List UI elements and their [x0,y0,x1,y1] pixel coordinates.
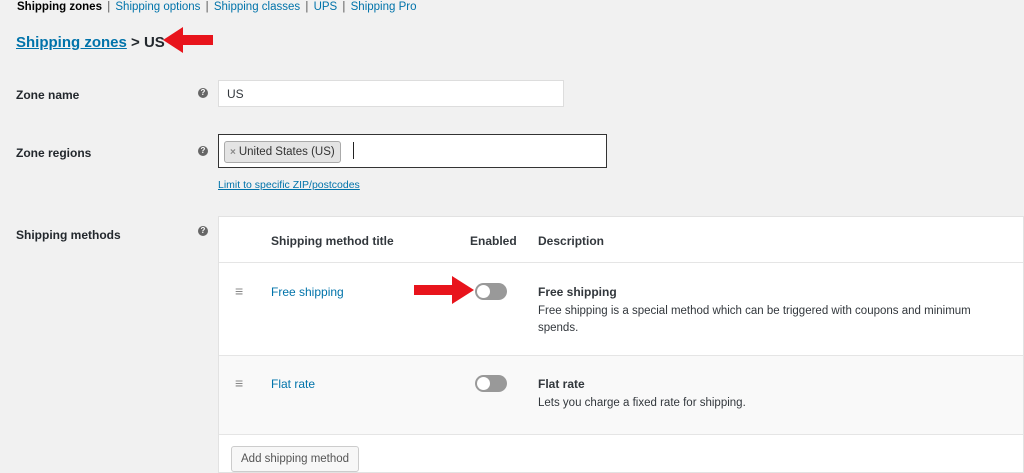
method-title-link[interactable]: Flat rate [271,377,315,391]
help-icon[interactable]: ? [198,146,208,156]
annotation-arrow-icon [414,276,474,304]
subnav-shipping-pro[interactable]: Shipping Pro [351,1,417,13]
enabled-toggle[interactable] [475,375,507,392]
zone-name-input[interactable] [218,80,564,107]
chip-remove-icon[interactable]: × [230,147,236,158]
subnav-shipping-classes[interactable]: Shipping classes [214,1,300,13]
subnav-separator: | [107,1,111,13]
shipping-subnav: Shipping zones | Shipping options | Ship… [17,1,416,13]
table-row: ≡ Flat rate Flat rate Lets you charge a … [219,356,1023,434]
breadcrumb-separator: > [131,34,140,51]
zone-regions-select[interactable]: × United States (US) [218,134,607,168]
help-icon[interactable]: ? [198,226,208,236]
method-description-text: Free shipping is a special method which … [538,305,971,334]
shipping-methods-table: Shipping method title Enabled Descriptio… [218,216,1024,473]
subnav-separator: | [205,1,209,13]
subnav-shipping-zones[interactable]: Shipping zones [17,1,102,13]
table-row: ≡ Free shipping Free shipping Free shipp… [219,263,1023,355]
row-divider [219,434,1023,435]
drag-handle-icon[interactable]: ≡ [235,283,243,299]
method-description-title: Flat rate [538,377,585,391]
help-icon[interactable]: ? [198,88,208,98]
zone-regions-label: Zone regions [16,146,92,160]
toggle-knob [477,285,490,298]
toggle-knob [477,377,490,390]
zone-name-label: Zone name [16,88,80,102]
subnav-separator: | [342,1,346,13]
breadcrumb-current: US [143,34,165,51]
breadcrumb-shipping-zones-link[interactable]: Shipping zones [16,34,127,51]
region-chip: × United States (US) [224,141,341,163]
text-caret [353,142,354,159]
method-title-link[interactable]: Free shipping [271,285,344,299]
drag-handle-icon[interactable]: ≡ [235,375,243,391]
subnav-separator: | [305,1,309,13]
method-description-title: Free shipping [538,285,617,299]
column-header-title: Shipping method title [271,234,394,248]
method-description-text: Lets you charge a fixed rate for shippin… [538,397,746,409]
column-header-description: Description [538,234,605,248]
annotation-arrow-icon [163,27,213,53]
limit-postcodes-link[interactable]: Limit to specific ZIP/postcodes [218,179,360,191]
subnav-ups[interactable]: UPS [314,1,338,13]
region-chip-label: United States (US) [238,146,335,158]
column-header-enabled: Enabled [470,234,517,248]
subnav-shipping-options[interactable]: Shipping options [115,1,200,13]
add-shipping-method-button[interactable]: Add shipping method [231,446,360,472]
enabled-toggle[interactable] [475,283,507,300]
breadcrumb: Shipping zones > US [16,34,165,51]
shipping-methods-label: Shipping methods [16,228,121,242]
